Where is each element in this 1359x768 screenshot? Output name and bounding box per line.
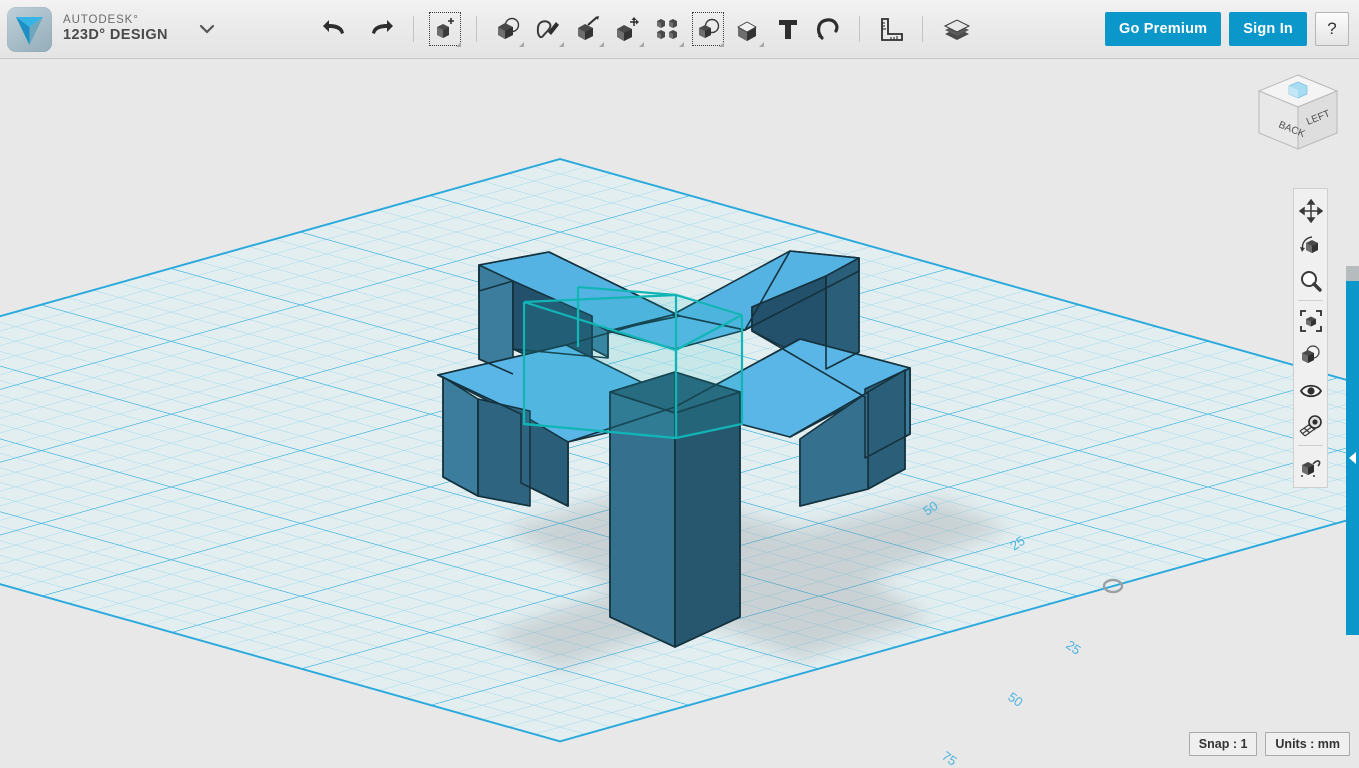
text-t-icon[interactable] bbox=[768, 8, 808, 50]
display-mode-cube-icon[interactable] bbox=[1294, 338, 1327, 373]
tool-expand-corner[interactable] bbox=[758, 42, 764, 47]
sign-in-button[interactable]: Sign In bbox=[1229, 12, 1307, 46]
brand-text: AUTODESK° 123D° DESIGN bbox=[63, 14, 168, 43]
grid-label: 75 bbox=[939, 748, 959, 768]
undo-redo-group bbox=[314, 8, 402, 50]
app-root: AUTODESK° 123D° DESIGN Go Premium Sign I… bbox=[0, 0, 1359, 768]
undo-arrow-icon[interactable] bbox=[314, 8, 358, 50]
pan-arrows-icon[interactable] bbox=[1294, 193, 1327, 228]
view-cube-icon[interactable]: BACK LEFT bbox=[1253, 71, 1343, 163]
collapse-left-triangle-icon[interactable] bbox=[1346, 281, 1359, 635]
autodesk-123d-logo[interactable] bbox=[7, 6, 52, 52]
tool-expand-corner[interactable] bbox=[518, 42, 524, 47]
toolbar-divider bbox=[858, 16, 860, 42]
panel-tab-cap bbox=[1346, 266, 1359, 281]
go-premium-button[interactable]: Go Premium bbox=[1105, 12, 1222, 46]
tool-expand-corner[interactable] bbox=[558, 42, 564, 47]
grouping-icon[interactable] bbox=[688, 8, 728, 50]
snap-status[interactable]: Snap : 1 bbox=[1188, 732, 1258, 756]
brand-product: 123D° DESIGN bbox=[63, 27, 168, 44]
combine-cube-icon[interactable] bbox=[728, 8, 768, 50]
account-actions: Go Premium Sign In ? bbox=[1105, 12, 1359, 46]
fit-cube-brackets-icon[interactable] bbox=[1294, 303, 1327, 338]
snap-magnet-icon[interactable] bbox=[808, 8, 848, 50]
tool-expand-corner[interactable] bbox=[678, 42, 684, 47]
brand-area: AUTODESK° 123D° DESIGN bbox=[0, 6, 218, 52]
tool-expand-corner[interactable] bbox=[638, 42, 644, 47]
pattern-four-cubes-icon[interactable] bbox=[648, 8, 688, 50]
materials-stack-icon[interactable] bbox=[934, 8, 980, 50]
modify-cube-arrows-icon[interactable] bbox=[608, 8, 648, 50]
app-header: AUTODESK° 123D° DESIGN Go Premium Sign I… bbox=[0, 0, 1359, 59]
toolbar-divider bbox=[921, 16, 923, 42]
sketch-pen-icon[interactable] bbox=[528, 8, 568, 50]
3d-viewport[interactable]: 25 50 25 50 75 100 BACK LEFT bbox=[0, 59, 1359, 768]
tool-expand-corner[interactable] bbox=[598, 42, 604, 47]
visibility-eye-icon[interactable] bbox=[1294, 373, 1327, 408]
help-button[interactable]: ? bbox=[1315, 12, 1349, 46]
grid-label: 50 bbox=[1005, 689, 1025, 710]
measure-ruler-icon[interactable] bbox=[871, 8, 911, 50]
toolbar-divider bbox=[412, 16, 414, 42]
toolbar-divider bbox=[1298, 445, 1323, 446]
status-bar: Snap : 1 Units : mm bbox=[1188, 732, 1350, 756]
tool-expand-corner[interactable] bbox=[718, 42, 724, 47]
brand-company: AUTODESK° bbox=[63, 14, 139, 27]
units-status[interactable]: Units : mm bbox=[1265, 732, 1350, 756]
3d-scene: 25 50 25 50 75 100 bbox=[0, 157, 1359, 768]
toolbar-divider bbox=[1298, 300, 1323, 301]
chevron-down-icon[interactable] bbox=[196, 18, 218, 40]
material-paint-cube-icon[interactable] bbox=[1294, 448, 1327, 483]
navigation-toolbar bbox=[1293, 188, 1328, 488]
orbit-cube-icon[interactable] bbox=[1294, 228, 1327, 263]
selection-preview-cube bbox=[522, 285, 744, 440]
zoom-magnifier-icon[interactable] bbox=[1294, 263, 1327, 298]
redo-arrow-icon[interactable] bbox=[358, 8, 402, 50]
toolbar-divider bbox=[475, 16, 477, 42]
tool-expand-corner[interactable] bbox=[455, 42, 461, 47]
main-tool-group bbox=[488, 8, 980, 50]
transform-cube-icon[interactable] bbox=[425, 8, 465, 50]
construct-extrude-icon[interactable] bbox=[568, 8, 608, 50]
grid-snap-icon[interactable] bbox=[1294, 408, 1327, 443]
grid-label: 25 bbox=[1063, 637, 1083, 658]
primitives-sphere-cube-icon[interactable] bbox=[488, 8, 528, 50]
